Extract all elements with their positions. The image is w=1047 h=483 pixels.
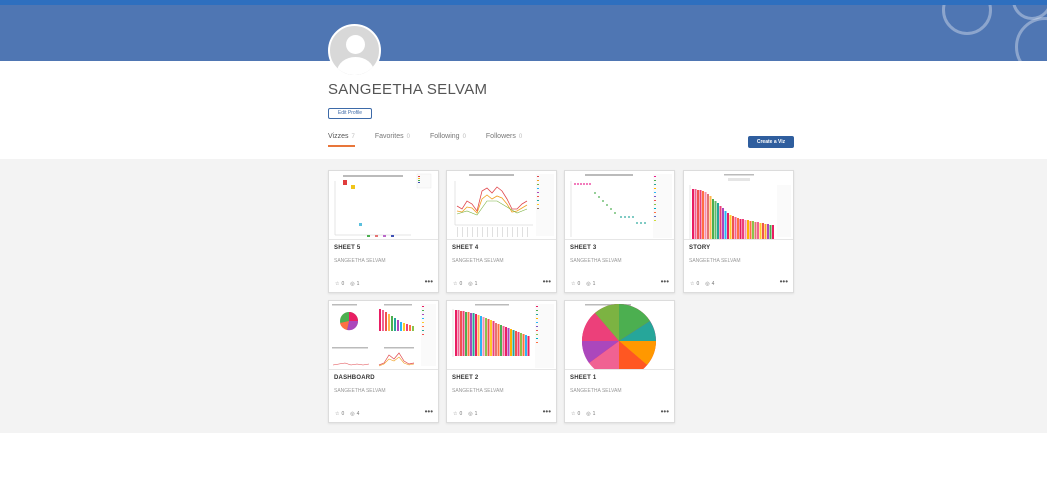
more-icon[interactable]: ••• <box>661 407 669 416</box>
viz-title[interactable]: SHEET 1 <box>570 375 596 381</box>
viz-card[interactable]: SHEET 3 SANGEETHA SELVAM ☆ 0 ◎ 1 ••• <box>564 170 675 293</box>
more-icon[interactable]: ••• <box>780 277 788 286</box>
viz-card[interactable]: DASHBOARD SANGEETHA SELVAM ☆ 0 ◎ 4 ••• <box>328 300 439 423</box>
viz-thumbnail[interactable] <box>329 301 438 370</box>
star-icon[interactable]: ☆ <box>453 411 457 417</box>
viz-author[interactable]: SANGEETHA SELVAM <box>452 388 504 394</box>
viz-stats: ☆ 0 ◎ 4 <box>690 281 715 287</box>
eye-icon: ◎ <box>350 411 355 417</box>
eye-icon: ◎ <box>586 281 591 287</box>
star-icon[interactable]: ☆ <box>690 281 694 287</box>
profile-tabs: Vizzes 7 Favorites 0 Following 0 Followers 0 <box>328 133 542 148</box>
viz-card[interactable]: SHEET 5 SANGEETHA SELVAM ☆ 0 ◎ 1 ••• <box>328 170 439 293</box>
create-viz-button[interactable]: Create a Viz <box>748 136 794 148</box>
star-icon[interactable]: ☆ <box>571 281 575 287</box>
viz-stats: ☆ 0 ◎ 1 <box>453 411 478 417</box>
vizzes-grid: SHEET 5 SANGEETHA SELVAM ☆ 0 ◎ 1 ••• SHEET… <box>0 159 1047 433</box>
viz-title[interactable]: SHEET 2 <box>452 375 478 381</box>
viz-author[interactable]: SANGEETHA SELVAM <box>334 388 386 394</box>
star-icon[interactable]: ☆ <box>571 411 575 417</box>
tab-favorites[interactable]: Favorites 0 <box>375 133 410 147</box>
viz-stats: ☆ 0 ◎ 4 <box>335 411 360 417</box>
avatar[interactable] <box>328 24 381 77</box>
eye-icon: ◎ <box>586 411 591 417</box>
viz-title[interactable]: DASHBOARD <box>334 375 375 381</box>
viz-title[interactable]: SHEET 3 <box>570 245 596 251</box>
profile-banner <box>0 5 1047 61</box>
eye-icon: ◎ <box>468 281 473 287</box>
eye-icon: ◎ <box>468 411 473 417</box>
viz-author[interactable]: SANGEETHA SELVAM <box>570 388 622 394</box>
viz-card[interactable]: STORY SANGEETHA SELVAM ☆ 0 ◎ 4 ••• <box>683 170 794 293</box>
viz-thumbnail[interactable] <box>447 171 556 240</box>
viz-thumbnail[interactable] <box>684 171 793 240</box>
viz-author[interactable]: SANGEETHA SELVAM <box>689 258 741 264</box>
viz-author[interactable]: SANGEETHA SELVAM <box>570 258 622 264</box>
viz-stats: ☆ 0 ◎ 1 <box>453 281 478 287</box>
more-icon[interactable]: ••• <box>425 277 433 286</box>
more-icon[interactable]: ••• <box>543 407 551 416</box>
edit-profile-button[interactable]: Edit Profile <box>328 108 372 119</box>
star-icon[interactable]: ☆ <box>335 281 339 287</box>
tab-followers[interactable]: Followers 0 <box>486 133 522 147</box>
viz-card[interactable]: SHEET 4 SANGEETHA SELVAM ☆ 0 ◎ 1 ••• <box>446 170 557 293</box>
viz-thumbnail[interactable] <box>329 171 438 240</box>
viz-thumbnail[interactable] <box>565 301 674 370</box>
star-icon[interactable]: ☆ <box>335 411 339 417</box>
star-icon[interactable]: ☆ <box>453 281 457 287</box>
more-icon[interactable]: ••• <box>425 407 433 416</box>
profile-name: SANGEETHA SELVAM <box>328 81 488 98</box>
viz-title[interactable]: SHEET 5 <box>334 245 360 251</box>
viz-author[interactable]: SANGEETHA SELVAM <box>334 258 386 264</box>
eye-icon: ◎ <box>705 281 710 287</box>
viz-stats: ☆ 0 ◎ 1 <box>571 411 596 417</box>
tab-vizzes[interactable]: Vizzes 7 <box>328 133 355 147</box>
eye-icon: ◎ <box>350 281 355 287</box>
viz-stats: ☆ 0 ◎ 1 <box>571 281 596 287</box>
viz-thumbnail[interactable] <box>447 301 556 370</box>
more-icon[interactable]: ••• <box>661 277 669 286</box>
viz-title[interactable]: SHEET 4 <box>452 245 478 251</box>
viz-stats: ☆ 0 ◎ 1 <box>335 281 360 287</box>
viz-card[interactable]: SHEET 2 SANGEETHA SELVAM ☆ 0 ◎ 1 ••• <box>446 300 557 423</box>
more-icon[interactable]: ••• <box>543 277 551 286</box>
viz-title[interactable]: STORY <box>689 245 710 251</box>
tab-following[interactable]: Following 0 <box>430 133 466 147</box>
viz-author[interactable]: SANGEETHA SELVAM <box>452 258 504 264</box>
viz-thumbnail[interactable] <box>565 171 674 240</box>
viz-card[interactable]: SHEET 1 SANGEETHA SELVAM ☆ 0 ◎ 1 ••• <box>564 300 675 423</box>
